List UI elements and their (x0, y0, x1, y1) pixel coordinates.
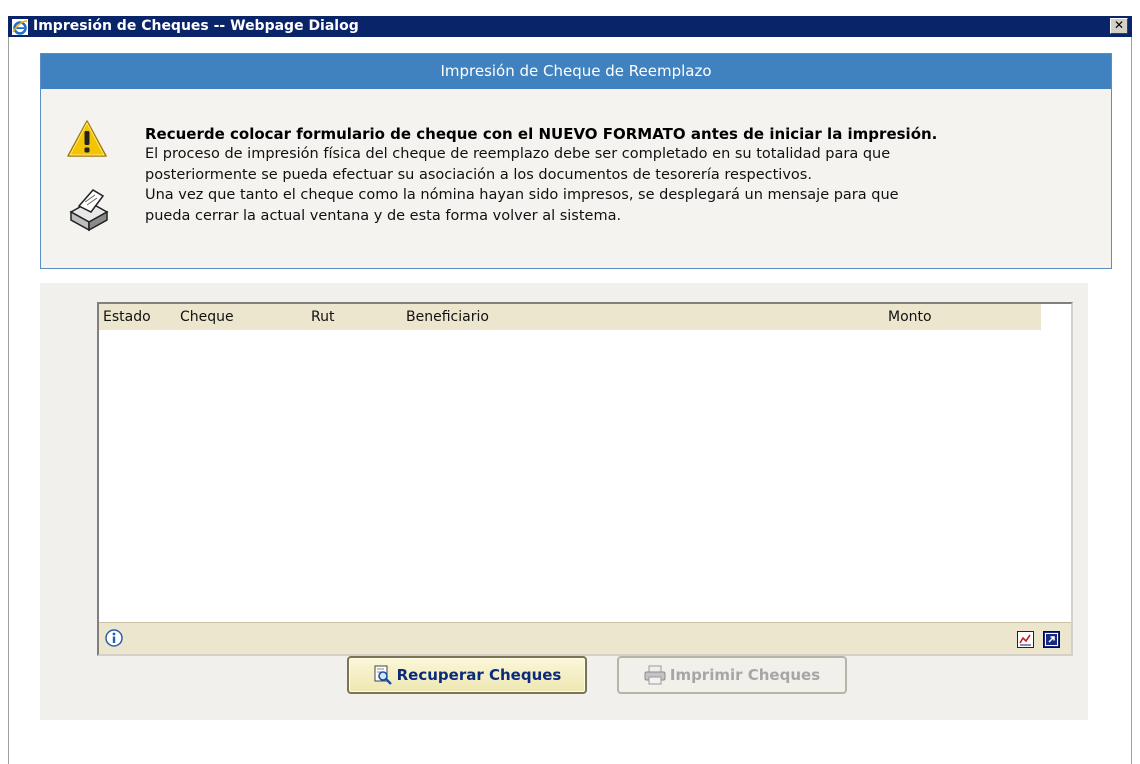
column-header-rut[interactable]: Rut (311, 309, 334, 325)
instructions-panel: Impresión de Cheque de Reemplazo Recuerd… (40, 53, 1112, 269)
dialog-title: Impresión de Cheques -- Webpage Dialog (33, 18, 359, 34)
print-icon (644, 665, 666, 685)
magnifier-icon (374, 665, 392, 685)
warning-icon (67, 120, 107, 157)
internet-explorer-icon (12, 19, 28, 35)
panel-header: Impresión de Cheque de Reemplazo (41, 54, 1111, 89)
grid-footer (99, 622, 1071, 654)
instruction-line: pueda cerrar la actual ventana y de esta… (145, 207, 622, 224)
chart-icon[interactable] (1017, 631, 1034, 648)
instruction-line: Una vez que tanto el cheque como la nómi… (145, 187, 899, 203)
recuperar-label: Recuperar Cheques (396, 666, 562, 684)
close-icon: ✕ (1113, 18, 1125, 32)
column-header-cheque[interactable]: Cheque (180, 309, 234, 325)
column-header-estado[interactable]: Estado (103, 309, 151, 325)
expand-icon[interactable] (1043, 631, 1060, 648)
recuperar-cheques-button[interactable]: Recuperar Cheques (347, 656, 587, 694)
printer-icon (69, 189, 109, 232)
important-notice: Recuerde colocar formulario de cheque co… (145, 125, 938, 143)
instruction-line: posteriormente se pueda efectuar su asoc… (145, 166, 812, 183)
info-icon[interactable] (105, 629, 123, 647)
cheques-grid[interactable]: Estado Cheque Rut Beneficiario Monto (97, 302, 1073, 656)
grid-header: Estado Cheque Rut Beneficiario Monto (99, 304, 1041, 330)
instructions-text: Recuerde colocar formulario de cheque co… (145, 124, 1105, 226)
imprimir-label: Imprimir Cheques (669, 666, 821, 684)
imprimir-cheques-button[interactable]: Imprimir Cheques (617, 656, 847, 694)
column-header-beneficiario[interactable]: Beneficiario (406, 309, 489, 325)
instruction-line: El proceso de impresión física del chequ… (145, 146, 891, 162)
dialog-titlebar: Impresión de Cheques -- Webpage Dialog ✕ (0, 0, 1140, 37)
close-button[interactable]: ✕ (1110, 18, 1128, 34)
column-header-monto[interactable]: Monto (888, 309, 932, 325)
